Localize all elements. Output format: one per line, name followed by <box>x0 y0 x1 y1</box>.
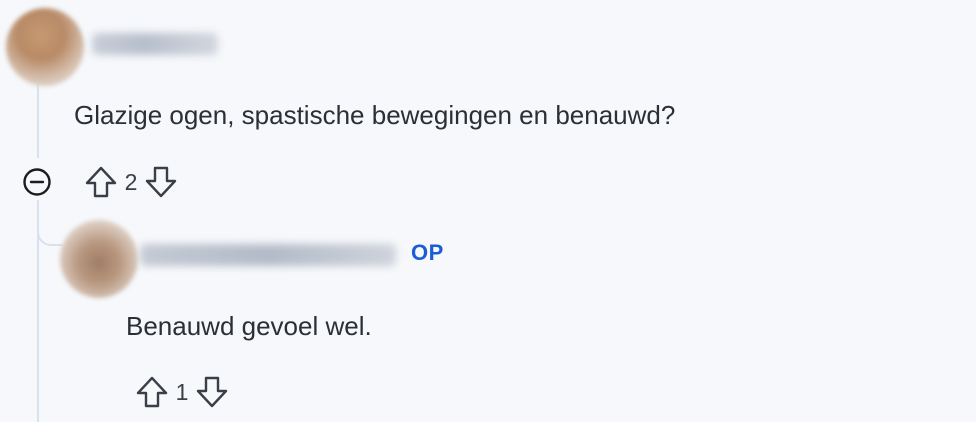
comment-text: Benauwd gevoel wel. <box>126 311 372 341</box>
upvote-arrow-icon <box>136 376 168 408</box>
thread-line <box>37 84 39 158</box>
vote-bar: 2 <box>82 163 180 201</box>
username-redacted[interactable]: op_user_redacted <box>140 244 396 266</box>
avatar[interactable] <box>60 220 138 298</box>
upvote-arrow-icon <box>85 166 117 198</box>
vote-count: 2 <box>124 168 138 195</box>
avatar[interactable] <box>6 8 84 86</box>
downvote-arrow-icon <box>145 166 177 198</box>
collapse-thread-button[interactable] <box>20 165 54 199</box>
comment-text: Glazige ogen, spastische bewegingen en b… <box>74 100 676 130</box>
upvote-button[interactable] <box>82 163 120 201</box>
vote-bar: 1 <box>133 373 231 411</box>
minus-circle-icon <box>23 168 51 196</box>
upvote-button[interactable] <box>133 373 171 411</box>
downvote-button[interactable] <box>193 373 231 411</box>
vote-count: 1 <box>175 378 189 405</box>
username-redacted[interactable]: user_redacted <box>92 33 218 55</box>
downvote-arrow-icon <box>196 376 228 408</box>
thread-branch-line <box>37 222 63 246</box>
downvote-button[interactable] <box>142 163 180 201</box>
op-badge: OP <box>411 240 444 265</box>
